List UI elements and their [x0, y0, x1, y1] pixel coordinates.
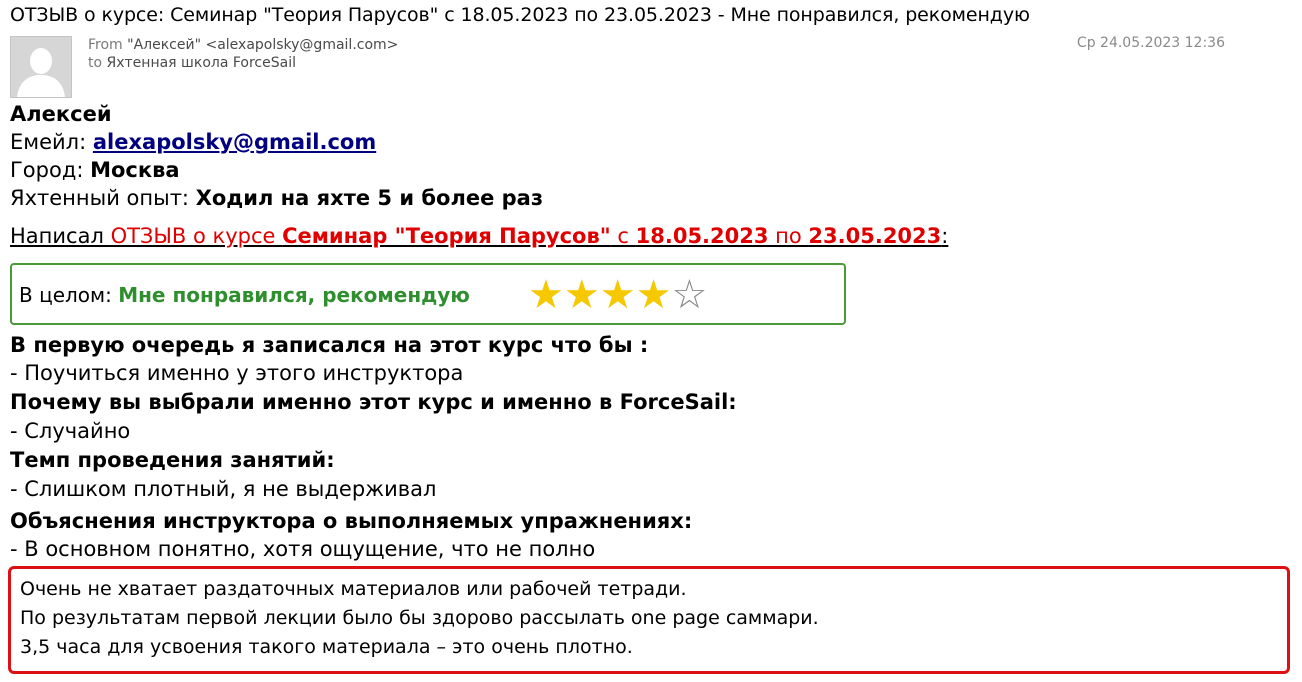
recipient[interactable]: Яхтенная школа ForceSail	[107, 55, 296, 71]
overall-value: Мне понравился, рекомендую	[118, 283, 470, 307]
star-filled-icon: ★	[563, 272, 600, 318]
person-silhouette-icon	[11, 37, 71, 97]
question-2: Почему вы выбрали именно этот курс и име…	[10, 390, 737, 414]
email-label: Емейл:	[10, 130, 93, 154]
answer-3: - Слишком плотный, я не выдерживал	[10, 477, 437, 501]
overall-text: В целом: Мне понравился, рекомендую	[19, 283, 470, 307]
answer-1: - Поучиться именно у этого инструктора	[10, 361, 464, 385]
comment-line-1: Очень не хватает раздаточных материалов …	[20, 578, 687, 600]
question-1: В первую очередь я записался на этот кур…	[10, 333, 649, 357]
star-filled-icon: ★	[635, 272, 672, 318]
wrote-text: Написал	[10, 224, 111, 248]
comment-box: Очень не хватает раздаточных материалов …	[8, 566, 1290, 674]
colon: :	[941, 224, 949, 248]
question-4: Объяснения инструктора о выполняемых упр…	[10, 509, 693, 533]
experience-label: Яхтенный опыт:	[10, 186, 196, 210]
sender-address[interactable]: "Алексей" <alexapolsky@gmail.com>	[127, 37, 398, 53]
city-row: Город: Москва	[10, 158, 180, 182]
star-empty-icon: ☆	[671, 272, 708, 318]
sender-name: Алексей	[10, 102, 112, 126]
to-label: to	[88, 55, 103, 71]
answer-4: - В основном понятно, хотя ощущение, что…	[10, 537, 596, 561]
from-line: From "Алексей" <alexapolsky@gmail.com>	[88, 37, 398, 53]
answer-2: - Случайно	[10, 419, 131, 443]
avatar	[10, 36, 72, 98]
email-row: Емейл: alexapolsky@gmail.com	[10, 130, 376, 154]
to-line: to Яхтенная школа ForceSail	[88, 55, 296, 71]
experience-value: Ходил на яхте 5 и более раз	[195, 186, 544, 210]
comment-line-2: По результатам первой лекции было бы здо…	[20, 607, 819, 629]
start-date: 18.05.2023	[635, 224, 769, 248]
email-link[interactable]: alexapolsky@gmail.com	[93, 130, 376, 154]
end-date: 23.05.2023	[808, 224, 942, 248]
to-word: по	[768, 224, 809, 248]
star-filled-icon: ★	[599, 272, 636, 318]
city-value: Москва	[90, 158, 180, 182]
star-rating: ★★★★☆	[528, 273, 707, 317]
from-word: с	[610, 224, 636, 248]
star-filled-icon: ★	[528, 272, 564, 318]
experience-row: Яхтенный опыт: Ходил на яхте 5 и более р…	[10, 186, 543, 210]
overall-label: В целом:	[19, 283, 119, 307]
email-subject: ОТЗЫВ о курсе: Семинар "Теория Парусов" …	[10, 4, 1030, 26]
city-label: Город:	[10, 158, 91, 182]
comment-line-3: 3,5 часа для усвоения такого материала –…	[20, 636, 633, 658]
course-name: Семинар "Теория Парусов"	[282, 224, 611, 248]
overall-rating-box: В целом: Мне понравился, рекомендую ★★★★…	[10, 263, 846, 325]
question-3: Темп проведения занятий:	[10, 448, 335, 472]
review-label: ОТЗЫВ о курсе	[110, 224, 283, 248]
from-label: From	[88, 37, 123, 53]
email-date: Ср 24.05.2023 12:36	[1076, 35, 1225, 51]
review-heading: Написал ОТЗЫВ о курсе Семинар "Теория Па…	[10, 224, 948, 248]
